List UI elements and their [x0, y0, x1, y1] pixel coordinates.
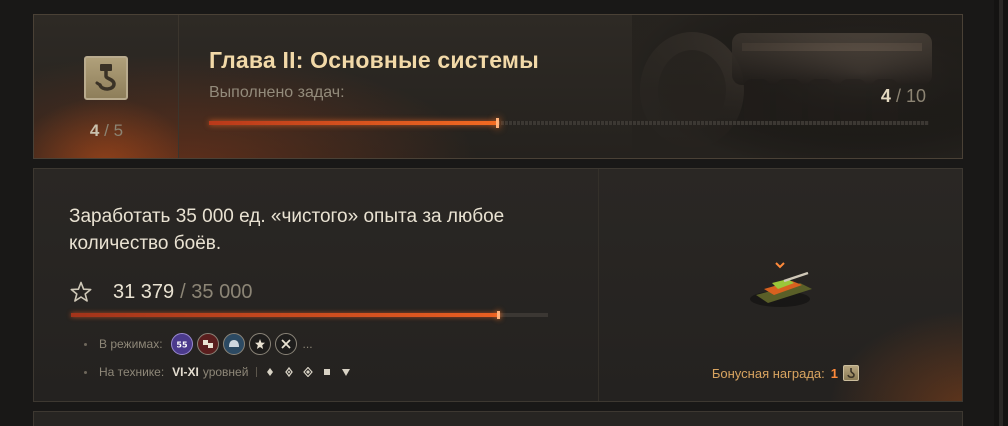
chapter-progress-small: 4 / 5	[34, 121, 179, 141]
star-icon	[70, 281, 92, 302]
bullet	[84, 342, 87, 346]
bonus-count: 1	[830, 365, 838, 381]
progress-total: / 35 000	[180, 280, 253, 303]
spg-icon	[324, 369, 331, 375]
modes-condition: В режимах: 55 ...	[84, 333, 313, 355]
chapter-header-card: 4 / 5 Глава II: Основные системы Выполне…	[33, 14, 963, 159]
task-card[interactable]: Заработать 35 000 ед. «чистого» опыта за…	[33, 168, 963, 402]
chapter-title: Глава II: Основные системы	[209, 47, 539, 73]
td-icon	[342, 369, 351, 376]
next-task-card[interactable]	[33, 411, 963, 426]
divider	[598, 169, 599, 401]
svg-text:55: 55	[176, 341, 188, 350]
chapter-subtitle: Выполнено задач:	[209, 84, 345, 101]
heavy-tank-icon	[303, 367, 314, 377]
vehicles-label: На технике:	[99, 365, 165, 379]
task-description: Заработать 35 000 ед. «чистого» опыта за…	[69, 206, 505, 254]
hook-icon	[84, 56, 128, 100]
chapter-progress-bar	[209, 118, 929, 128]
task-progress-bar	[71, 311, 548, 319]
tank-reward-icon[interactable]	[742, 259, 822, 315]
tasks-done: 4	[880, 86, 891, 106]
light-tank-icon	[267, 368, 274, 376]
progress-total: 5	[113, 121, 124, 140]
mode-55-icon[interactable]: 55	[170, 333, 193, 355]
progress-current: 31 379	[113, 280, 175, 303]
vehicles-condition: На технике: VI-XI уровней	[84, 365, 360, 379]
mode-helmet-icon[interactable]	[222, 333, 245, 355]
mode-swords-icon[interactable]	[274, 333, 297, 355]
scrollbar-thumb[interactable]	[999, 0, 1003, 426]
task-progress-fill	[71, 311, 500, 319]
bonus-label: Бонусная награда:	[711, 365, 825, 381]
task-progress: 31 379 / 35 000	[69, 279, 252, 305]
chapter-badge-panel: 4 / 5	[34, 15, 179, 158]
modes-label: В режимах:	[99, 337, 163, 351]
more-modes[interactable]: ...	[303, 337, 313, 351]
mode-dice-icon[interactable]	[196, 333, 219, 355]
bonus-reward[interactable]: Бонусная награда: 1	[712, 363, 859, 383]
hook-icon	[843, 365, 859, 381]
separator	[256, 367, 258, 377]
chapter-task-count: 4 / 10	[881, 86, 926, 107]
chapter-progress-fill	[209, 118, 499, 128]
progress-separator: /	[104, 121, 109, 140]
tasks-separator: /	[895, 86, 901, 106]
tier-range: VI-XI	[172, 365, 199, 379]
bullet	[84, 370, 87, 374]
progress-done: 4	[89, 121, 100, 140]
mode-star-icon[interactable]	[248, 333, 271, 355]
tasks-total: 10	[905, 86, 926, 106]
tier-word: уровней	[202, 365, 249, 379]
medium-tank-icon	[285, 367, 294, 377]
scrollbar-track[interactable]	[994, 0, 1008, 426]
